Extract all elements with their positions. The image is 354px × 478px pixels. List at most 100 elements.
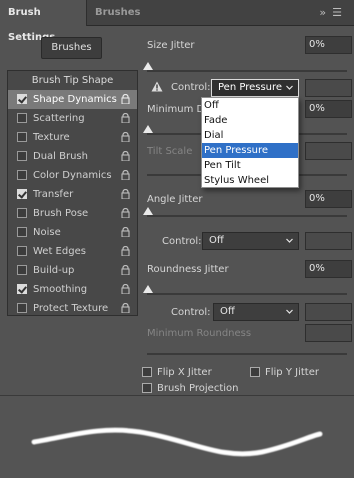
double-chevron-right-icon[interactable]: » (319, 6, 332, 19)
tab-brushes[interactable]: Brushes (87, 0, 148, 26)
brush-projection-checkbox[interactable] (142, 383, 152, 393)
smoothing-checkbox[interactable] (17, 284, 27, 294)
minimum-roundness-slider-track[interactable] (147, 353, 347, 355)
sidebar-item-wet-edges[interactable]: Wet Edges (8, 242, 137, 261)
lock-icon[interactable] (121, 170, 130, 180)
lock-icon[interactable] (121, 284, 130, 294)
tilt-scale-field[interactable] (305, 142, 352, 160)
sidebar-item-brush-pose[interactable]: Brush Pose (8, 204, 137, 223)
size-jitter-slider-track[interactable] (147, 70, 347, 72)
flip-x-jitter-label: Flip X Jitter (157, 367, 212, 378)
minimum-diameter-label: Minimum Di (147, 104, 207, 115)
angle-control-value: Off (209, 235, 224, 246)
angle-jitter-label: Angle Jitter (147, 194, 203, 205)
size-jitter-label: Size Jitter (147, 40, 195, 51)
roundness-jitter-field[interactable]: 0% (305, 260, 352, 278)
roundness-jitter-slider-thumb[interactable] (143, 285, 153, 293)
angle-jitter-slider-thumb[interactable] (143, 207, 153, 215)
angle-control-extra-field[interactable] (305, 232, 352, 250)
chevron-down-icon (286, 238, 293, 243)
lock-icon[interactable] (121, 113, 130, 123)
roundness-control-label: Control: (171, 307, 211, 318)
minimum-roundness-field[interactable] (305, 324, 352, 342)
transfer-checkbox[interactable] (17, 189, 27, 199)
sidebar-item-label: Texture (33, 132, 70, 143)
roundness-control-extra-field[interactable] (305, 303, 352, 321)
scattering-checkbox[interactable] (17, 113, 27, 123)
size-jitter-slider-thumb[interactable] (143, 62, 153, 70)
brush-stroke-preview-image (31, 427, 323, 457)
angle-jitter-slider-track[interactable] (147, 215, 347, 217)
flip-y-jitter-checkbox[interactable] (250, 367, 260, 377)
angle-control-select[interactable]: Off (202, 232, 299, 250)
protect-texture-checkbox[interactable] (17, 303, 27, 313)
chevron-down-icon (286, 309, 293, 314)
sidebar-item-label: Wet Edges (33, 246, 86, 257)
sidebar-item-label: Dual Brush (33, 151, 88, 162)
flip-x-jitter-checkbox[interactable] (142, 367, 152, 377)
minimum-diameter-slider-thumb[interactable] (143, 125, 153, 133)
sidebar-item-noise[interactable]: Noise (8, 223, 137, 242)
dropdown-option-pen-tilt[interactable]: Pen Tilt (202, 158, 298, 173)
sidebar-item-label: Brush Pose (33, 208, 89, 219)
brush-pose-checkbox[interactable] (17, 208, 27, 218)
shape-dynamics-checkbox[interactable] (17, 94, 27, 104)
wet-edges-checkbox[interactable] (17, 246, 27, 256)
dropdown-option-dial[interactable]: Dial (202, 128, 298, 143)
dropdown-option-pen-pressure[interactable]: Pen Pressure (202, 143, 298, 158)
sidebar-item-protect-texture[interactable]: Protect Texture (8, 299, 137, 318)
sidebar-item-label: Shape Dynamics (33, 94, 117, 105)
dropdown-option-off[interactable]: Off (202, 98, 298, 113)
lock-icon[interactable] (121, 132, 130, 142)
sidebar-item-texture[interactable]: Texture (8, 128, 137, 147)
lock-icon[interactable] (121, 208, 130, 218)
angle-control-label: Control: (162, 236, 202, 247)
minimum-diameter-field[interactable]: 0% (305, 100, 352, 118)
sidebar-item-build-up[interactable]: Build-up (8, 261, 137, 280)
sidebar-item-shape-dynamics[interactable]: Shape Dynamics (8, 90, 137, 109)
lock-icon[interactable] (121, 246, 130, 256)
roundness-jitter-label: Roundness Jitter (147, 264, 229, 275)
size-control-value: Pen Pressure (218, 82, 283, 93)
sidebar-item-label: Scattering (33, 113, 85, 124)
noise-checkbox[interactable] (17, 227, 27, 237)
sidebar-item-label: Protect Texture (33, 303, 109, 314)
sidebar-item-brush-tip-shape[interactable]: Brush Tip Shape (8, 71, 137, 90)
sidebar-item-smoothing[interactable]: Smoothing (8, 280, 137, 299)
color-dynamics-checkbox[interactable] (17, 170, 27, 180)
lock-icon[interactable] (121, 265, 130, 275)
tab-brush-settings[interactable]: Brush Settings (0, 0, 87, 43)
lock-icon[interactable] (121, 303, 130, 313)
sidebar-item-label: Build-up (33, 265, 75, 276)
roundness-jitter-slider-track[interactable] (147, 293, 347, 295)
size-control-select[interactable]: Pen Pressure (211, 79, 299, 97)
lock-icon[interactable] (121, 151, 130, 161)
texture-checkbox[interactable] (17, 132, 27, 142)
lock-icon[interactable] (121, 94, 130, 104)
roundness-control-select[interactable]: Off (213, 303, 299, 321)
hamburger-menu-icon[interactable]: ☰ (332, 6, 348, 19)
brushes-button[interactable]: Brushes (41, 37, 102, 59)
sidebar-item-scattering[interactable]: Scattering (8, 109, 137, 128)
size-jitter-field[interactable]: 0% (305, 36, 352, 54)
dual-brush-checkbox[interactable] (17, 151, 27, 161)
lock-icon[interactable] (121, 227, 130, 237)
dropdown-option-stylus-wheel[interactable]: Stylus Wheel (202, 173, 298, 188)
brush-options-list: Brush Tip Shape Shape Dynamics Scatterin… (7, 70, 138, 316)
dropdown-option-fade[interactable]: Fade (202, 113, 298, 128)
sidebar-item-dual-brush[interactable]: Dual Brush (8, 147, 137, 166)
sidebar-item-label: Noise (33, 227, 61, 238)
size-control-extra-field[interactable] (305, 79, 352, 97)
lock-icon[interactable] (121, 189, 130, 199)
build-up-checkbox[interactable] (17, 265, 27, 275)
angle-jitter-field[interactable]: 0% (305, 190, 352, 208)
flip-y-jitter-label: Flip Y Jitter (265, 367, 319, 378)
roundness-control-value: Off (220, 306, 235, 317)
sidebar-item-transfer[interactable]: Transfer (8, 185, 137, 204)
sidebar-item-label: Color Dynamics (33, 170, 112, 181)
sidebar-item-color-dynamics[interactable]: Color Dynamics (8, 166, 137, 185)
panel-tab-bar: Brush Settings Brushes »☰ (0, 0, 354, 43)
sidebar-item-label: Transfer (33, 189, 74, 200)
size-control-label: Control: (171, 82, 211, 93)
sidebar-item-label: Smoothing (33, 284, 88, 295)
